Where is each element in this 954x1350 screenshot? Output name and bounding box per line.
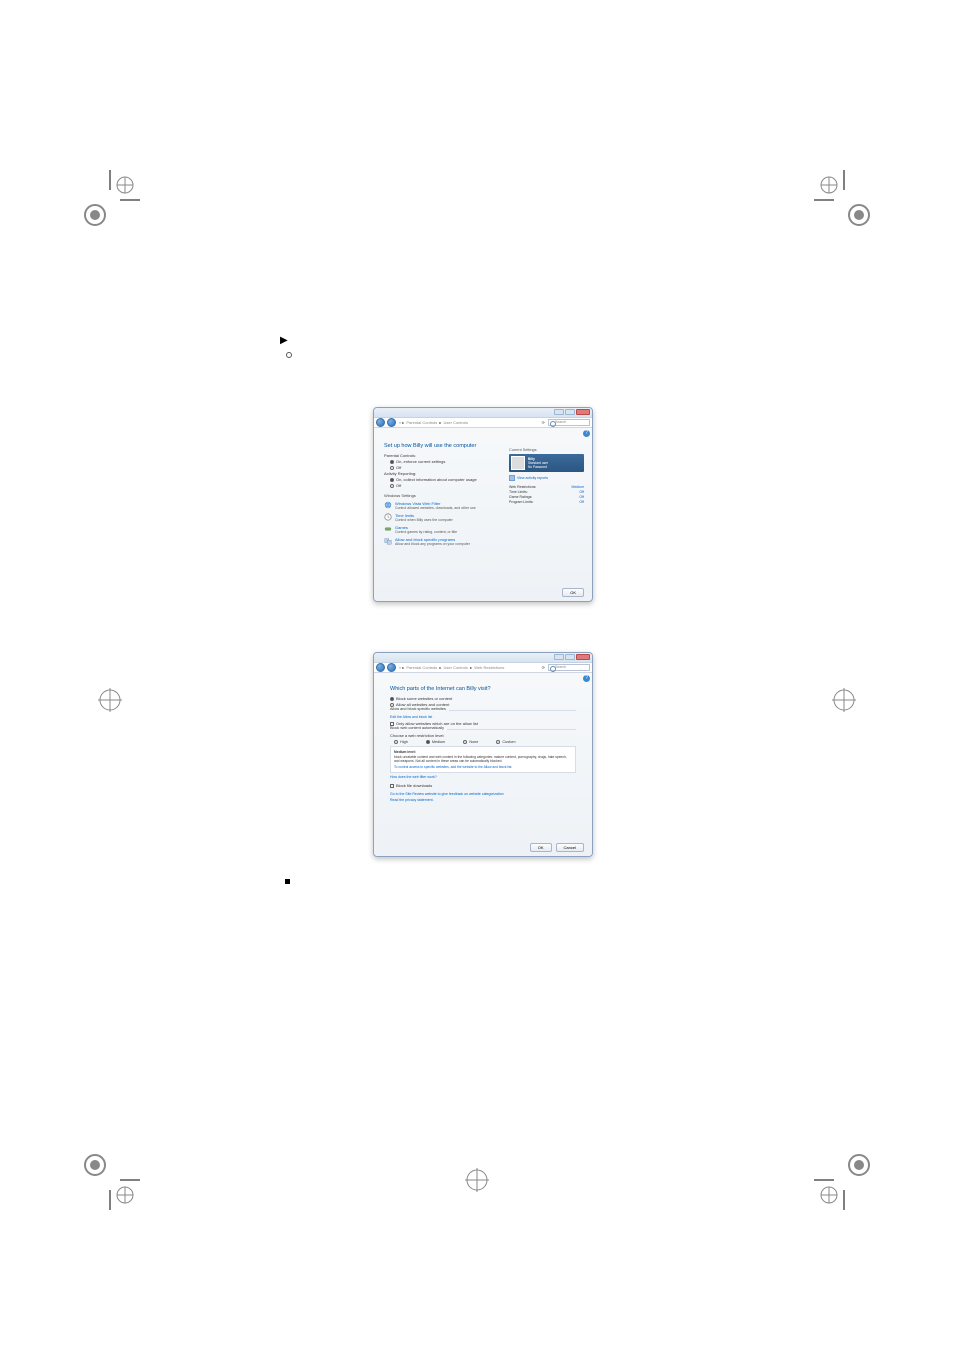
maximize-button[interactable] xyxy=(565,654,575,660)
content-area: Which parts of the Internet can Billy vi… xyxy=(374,682,592,808)
block-downloads-checkbox[interactable]: Block file downloads xyxy=(390,783,576,788)
games-link[interactable]: GamesControl games by rating, content, o… xyxy=(384,525,582,534)
choose-level-label: Choose a web restriction level: xyxy=(390,733,576,738)
level-none-radio[interactable]: None xyxy=(463,740,478,744)
allow-block-header: Allow and block specific websites xyxy=(390,707,449,711)
address-bar: «▸ Parental Controls ▸ User Controls ▸ W… xyxy=(374,663,592,673)
auto-block-header: Block web content automatically xyxy=(390,726,447,730)
help-icon[interactable]: ? xyxy=(583,430,590,437)
report-icon xyxy=(509,475,515,481)
stat-row: Game Ratings:Off xyxy=(509,495,584,499)
edit-allow-block-link[interactable]: Edit the Allow and block list xyxy=(390,715,576,719)
search-input[interactable]: Search xyxy=(548,664,590,671)
time-limits-link[interactable]: Time limitsControl when Billy uses the c… xyxy=(384,513,582,522)
breadcrumb[interactable]: «▸ Parental Controls ▸ User Controls ▸ W… xyxy=(398,665,539,670)
back-button[interactable] xyxy=(376,418,385,427)
level-medium-radio[interactable]: Medium xyxy=(426,740,446,744)
address-bar: «▸ Parental Controls ▸ User Controls ⟳ S… xyxy=(374,418,592,428)
crop-mark-icon xyxy=(80,1150,140,1210)
user-card: Billy Standard user No Password xyxy=(509,454,584,472)
search-input[interactable]: Search xyxy=(548,419,590,426)
games-icon xyxy=(384,525,392,533)
user-controls-window: «▸ Parental Controls ▸ User Controls ⟳ S… xyxy=(373,407,593,602)
clock-icon xyxy=(384,513,392,521)
minimize-button[interactable] xyxy=(554,409,564,415)
how-filter-link[interactable]: How does the web filter work? xyxy=(390,775,576,779)
current-settings-label: Current Settings: xyxy=(509,448,584,452)
level-custom-radio[interactable]: Custom xyxy=(496,740,515,744)
back-button[interactable] xyxy=(376,663,385,672)
programs-icon xyxy=(384,537,392,545)
titlebar xyxy=(374,408,592,418)
programs-link[interactable]: Allow and block specific programsAllow a… xyxy=(384,537,582,546)
avatar xyxy=(511,456,525,470)
forward-button[interactable] xyxy=(387,418,396,427)
current-settings-panel: Current Settings: Billy Standard user No… xyxy=(509,448,584,505)
ok-button[interactable]: OK xyxy=(530,843,552,852)
titlebar xyxy=(374,653,592,663)
close-button[interactable] xyxy=(576,654,590,660)
bullet-icon xyxy=(286,352,292,358)
forward-button[interactable] xyxy=(387,663,396,672)
web-restrictions-window: «▸ Parental Controls ▸ User Controls ▸ W… xyxy=(373,652,593,857)
refresh-icon[interactable]: ⟳ xyxy=(542,420,545,425)
globe-icon xyxy=(384,501,392,509)
page-title: Which parts of the Internet can Billy vi… xyxy=(390,686,576,692)
crop-mark-icon xyxy=(447,1150,507,1210)
crop-mark-icon xyxy=(814,170,874,230)
crop-mark-icon xyxy=(814,670,874,730)
minimize-button[interactable] xyxy=(554,654,564,660)
block-some-radio[interactable]: Block some websites or content xyxy=(390,696,576,701)
stat-row: Web Restrictions:Medium xyxy=(509,485,584,489)
close-button[interactable] xyxy=(576,409,590,415)
crop-mark-icon xyxy=(80,670,140,730)
view-activity-reports-link[interactable]: View activity reports xyxy=(509,475,584,481)
ok-button[interactable]: OK xyxy=(562,588,584,597)
to-control-note: To control access to specific websites, … xyxy=(394,765,572,769)
triangle-icon: ▶ xyxy=(280,335,288,346)
allow-block-section: Allow and block specific websites Edit t… xyxy=(390,710,576,726)
user-password-status: No Password xyxy=(528,465,547,469)
cancel-button[interactable]: Cancel xyxy=(556,843,584,852)
stat-row: Time Limits:Off xyxy=(509,490,584,494)
privacy-link[interactable]: Read the privacy statement. xyxy=(390,798,576,802)
crop-mark-icon xyxy=(80,170,140,230)
breadcrumb[interactable]: «▸ Parental Controls ▸ User Controls xyxy=(398,420,539,425)
level-description: Medium level: block unratable content an… xyxy=(390,746,576,773)
refresh-icon[interactable]: ⟳ xyxy=(542,665,545,670)
crop-mark-icon xyxy=(814,1150,874,1210)
maximize-button[interactable] xyxy=(565,409,575,415)
auto-block-section: Block web content automatically Choose a… xyxy=(390,729,576,779)
site-review-link[interactable]: Go to the Site Review website to give fe… xyxy=(390,792,576,796)
help-icon[interactable]: ? xyxy=(583,675,590,682)
level-high-radio[interactable]: High xyxy=(394,740,408,744)
square-bullet-icon xyxy=(285,879,290,884)
stat-row: Program Limits:Off xyxy=(509,500,584,504)
